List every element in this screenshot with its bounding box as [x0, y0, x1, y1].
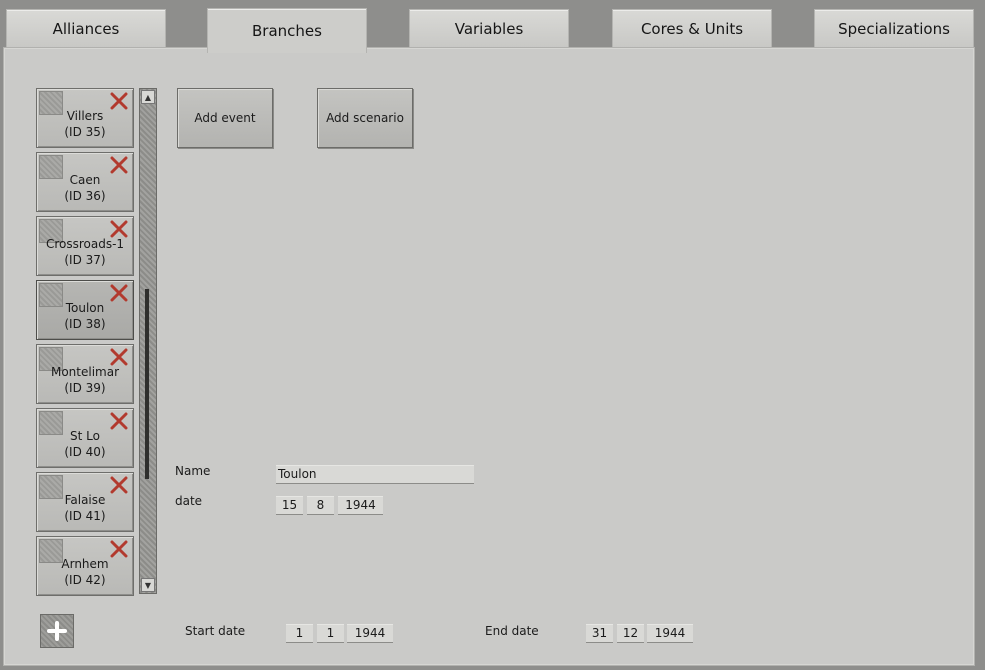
- x-icon[interactable]: [109, 155, 129, 175]
- branch-id: (ID 41): [64, 509, 106, 523]
- date-label: date: [175, 494, 203, 508]
- start-month-field[interactable]: 1: [317, 624, 344, 643]
- x-icon[interactable]: [109, 475, 129, 495]
- branch-name: Villers: [66, 109, 104, 123]
- branch-item-selected[interactable]: Toulon (ID 38): [36, 280, 134, 340]
- tab-variables[interactable]: Variables: [409, 9, 569, 48]
- tab-label: Branches: [252, 22, 322, 40]
- branch-item[interactable]: Caen (ID 36): [36, 152, 134, 212]
- arrow-down-icon[interactable]: ▼: [141, 578, 155, 592]
- tab-bar: Alliances Branches Variables Cores & Uni…: [0, 0, 985, 53]
- tab-specializations[interactable]: Specializations: [814, 9, 974, 48]
- branch-id: (ID 35): [64, 125, 106, 139]
- tab-branches[interactable]: Branches: [207, 8, 367, 53]
- branch-id: (ID 36): [64, 189, 106, 203]
- arrow-up-icon[interactable]: ▲: [141, 90, 155, 104]
- branch-name: Crossroads-1: [45, 237, 125, 251]
- tab-label: Specializations: [838, 20, 950, 38]
- date-month-field[interactable]: 8: [307, 496, 334, 515]
- name-field[interactable]: Toulon: [276, 465, 474, 484]
- branch-name: Arnhem: [61, 557, 109, 571]
- branch-item[interactable]: Villers (ID 35): [36, 88, 134, 148]
- branch-name: St Lo: [70, 429, 100, 443]
- add-branch-button[interactable]: [40, 614, 74, 648]
- branch-item[interactable]: Crossroads-1 (ID 37): [36, 216, 134, 276]
- tab-label: Alliances: [52, 20, 120, 38]
- x-icon[interactable]: [109, 411, 129, 431]
- scrollbar-thumb[interactable]: [145, 289, 149, 479]
- x-icon[interactable]: [109, 91, 129, 111]
- tab-label: Variables: [454, 20, 524, 38]
- start-date-label: Start date: [185, 624, 246, 638]
- branch-item[interactable]: Arnhem (ID 42): [36, 536, 134, 596]
- branch-id: (ID 40): [64, 445, 106, 459]
- branch-list-scrollbar[interactable]: ▲ ▼: [139, 88, 157, 594]
- name-label: Name: [175, 464, 211, 478]
- branch-id: (ID 37): [64, 253, 106, 267]
- date-day-field[interactable]: 15: [276, 496, 303, 515]
- date-year-field[interactable]: 1944: [338, 496, 383, 515]
- branch-name: Falaise: [64, 493, 106, 507]
- branch-item[interactable]: Montelimar (ID 39): [36, 344, 134, 404]
- branch-name: Montelimar: [50, 365, 120, 379]
- branch-item[interactable]: Falaise (ID 41): [36, 472, 134, 532]
- end-date-label: End date: [485, 624, 539, 638]
- x-icon[interactable]: [109, 347, 129, 367]
- x-icon[interactable]: [109, 539, 129, 559]
- plus-icon: [47, 621, 67, 641]
- branch-id: (ID 39): [64, 381, 106, 395]
- start-year-field[interactable]: 1944: [347, 624, 393, 643]
- x-icon[interactable]: [109, 283, 129, 303]
- tab-label: Cores & Units: [640, 20, 744, 38]
- x-icon[interactable]: [109, 219, 129, 239]
- end-month-field[interactable]: 12: [617, 624, 644, 643]
- end-year-field[interactable]: 1944: [647, 624, 693, 643]
- end-day-field[interactable]: 31: [586, 624, 613, 643]
- add-scenario-button[interactable]: Add scenario: [317, 88, 413, 148]
- branch-name: Toulon: [65, 301, 105, 315]
- tab-cores-units[interactable]: Cores & Units: [612, 9, 772, 48]
- branch-id: (ID 42): [64, 573, 106, 587]
- add-event-button[interactable]: Add event: [177, 88, 273, 148]
- branch-name: Caen: [69, 173, 101, 187]
- branch-id: (ID 38): [64, 317, 106, 331]
- branch-item[interactable]: St Lo (ID 40): [36, 408, 134, 468]
- start-day-field[interactable]: 1: [286, 624, 313, 643]
- tab-alliances[interactable]: Alliances: [6, 9, 166, 48]
